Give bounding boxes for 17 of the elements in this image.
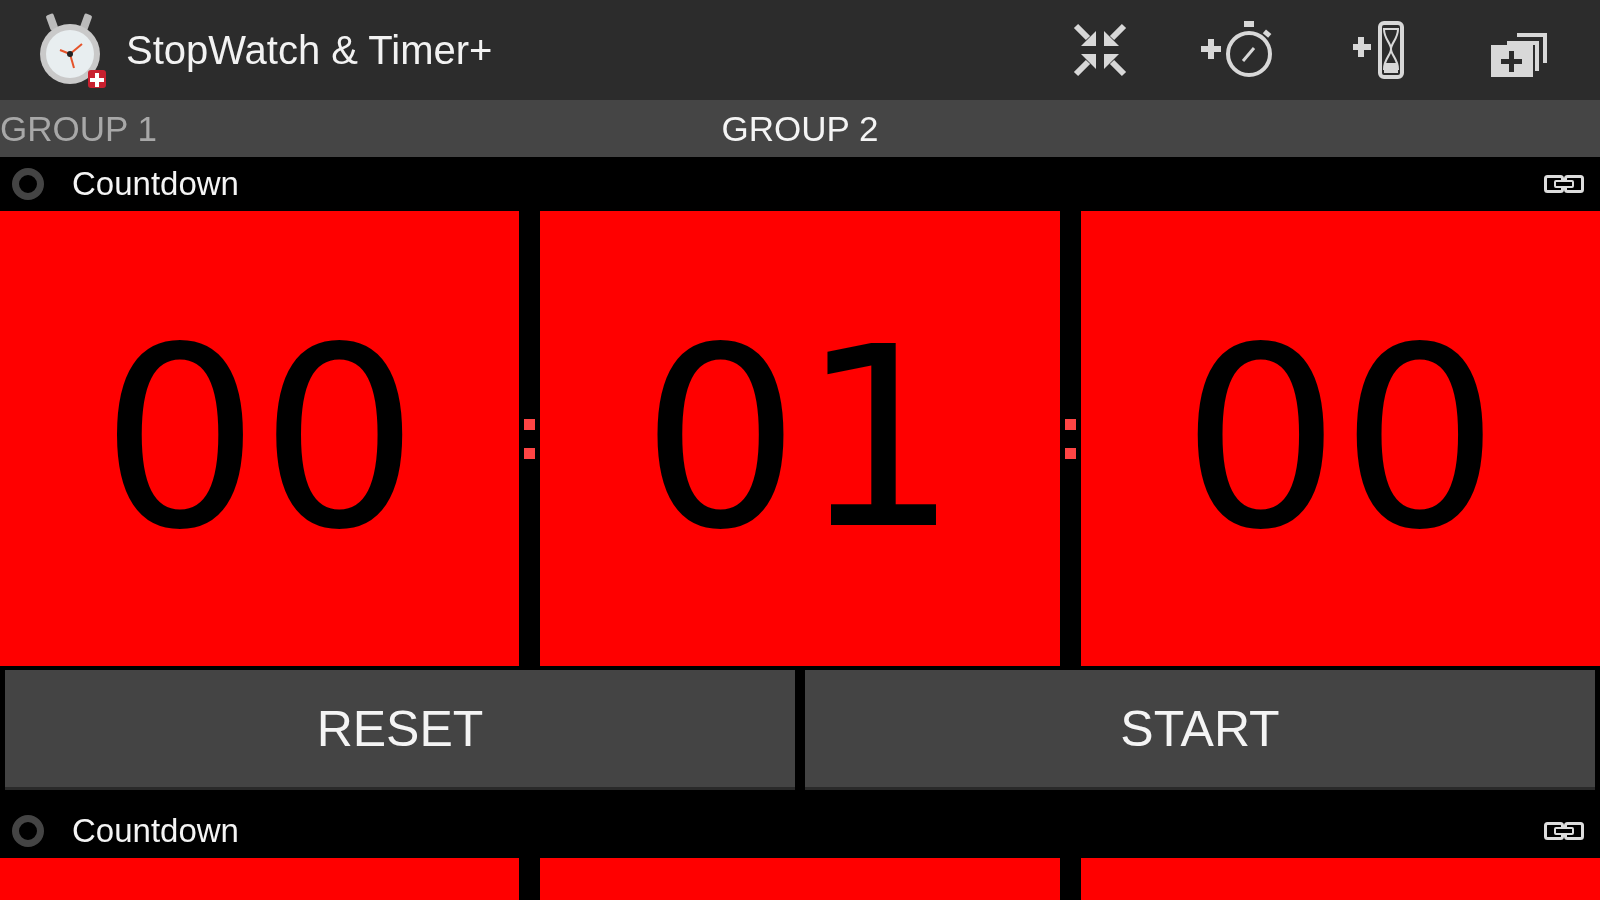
stopwatch-logo-icon (40, 12, 108, 88)
timer-button[interactable]: START (805, 670, 1595, 790)
radio-button[interactable] (12, 815, 44, 847)
add-hourglass-icon (1353, 21, 1407, 79)
time-digits[interactable]: 00 (1080, 211, 1600, 666)
radio-button[interactable] (12, 168, 44, 200)
time-digits[interactable]: 01 (540, 211, 1060, 666)
time-digits[interactable]: 00 (0, 211, 520, 666)
group-tab[interactable]: GROUP 1 (0, 108, 157, 149)
timer-button[interactable]: RESET (5, 670, 795, 790)
timer-name: Countdown (72, 165, 240, 203)
app-title: StopWatch & Timer+ (126, 27, 494, 73)
compress-arrows-icon (1073, 23, 1127, 77)
group-tab[interactable]: GROUP 2 (721, 108, 879, 149)
link-icon[interactable] (1544, 822, 1584, 840)
link-icon[interactable] (1544, 175, 1584, 193)
timer-name: Countdown (72, 812, 240, 850)
